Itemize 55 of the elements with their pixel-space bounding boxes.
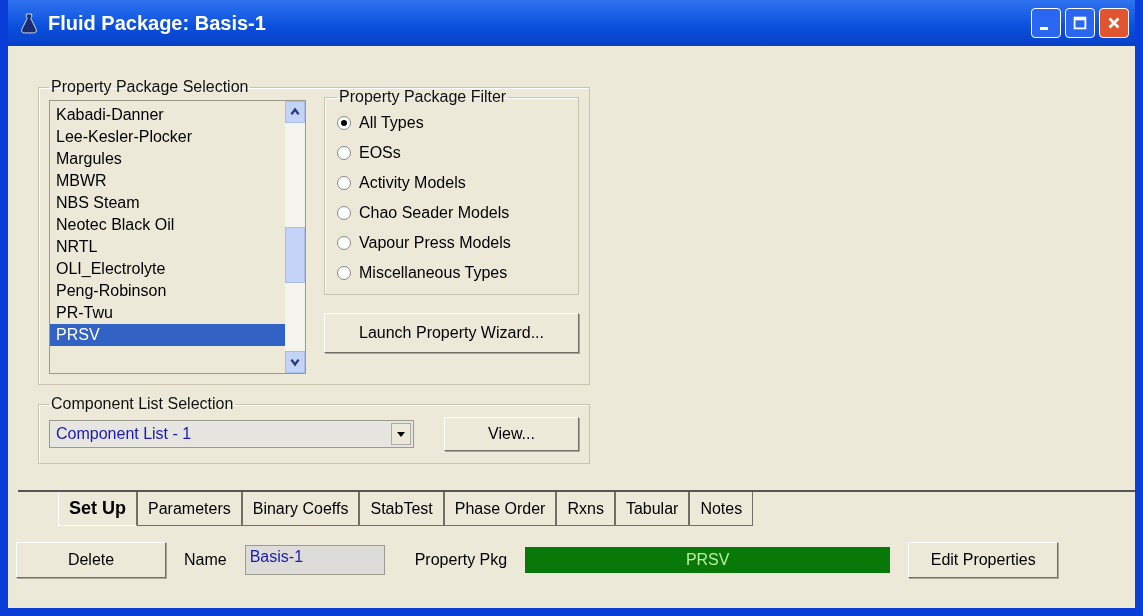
radio-label[interactable]: Vapour Press Models: [359, 234, 511, 252]
edit-properties-button[interactable]: Edit Properties: [908, 542, 1059, 578]
radio-label[interactable]: Activity Models: [359, 174, 466, 192]
group-title: Property Package Filter: [338, 88, 508, 106]
radio-button[interactable]: [337, 116, 351, 130]
radio-button[interactable]: [337, 206, 351, 220]
group-title: Property Package Selection: [50, 78, 250, 96]
close-button[interactable]: [1099, 8, 1129, 38]
scroll-up-icon[interactable]: [285, 101, 305, 123]
tab[interactable]: Notes: [689, 492, 754, 526]
tab[interactable]: Binary Coeffs: [241, 492, 360, 526]
radio-label[interactable]: All Types: [359, 114, 424, 132]
scroll-thumb[interactable]: [285, 227, 305, 283]
radio-button[interactable]: [337, 266, 351, 280]
tab[interactable]: Parameters: [137, 492, 242, 526]
tab[interactable]: Set Up: [58, 492, 137, 526]
package-item[interactable]: NBS Steam: [50, 192, 285, 214]
property-pkg-field: PRSV: [525, 547, 891, 573]
package-item[interactable]: Margules: [50, 148, 285, 170]
radio-label[interactable]: Miscellaneous Types: [359, 264, 508, 282]
radio-button[interactable]: [337, 236, 351, 250]
property-pkg-label: Property Pkg: [414, 551, 508, 569]
tab[interactable]: Tabular: [614, 492, 690, 526]
package-item[interactable]: Peng-Robinson: [50, 280, 285, 302]
package-item[interactable]: Neotec Black Oil: [50, 214, 285, 236]
package-item[interactable]: Kabadi-Danner: [50, 104, 285, 126]
scrollbar[interactable]: [285, 101, 305, 373]
maximize-button[interactable]: [1065, 8, 1095, 38]
radio-button[interactable]: [337, 176, 351, 190]
tab[interactable]: StabTest: [359, 492, 444, 526]
minimize-icon: [1040, 27, 1048, 30]
radio-button[interactable]: [337, 146, 351, 160]
minimize-button[interactable]: [1031, 8, 1061, 38]
group-title: Component List Selection: [50, 395, 235, 413]
radio-label[interactable]: Chao Seader Models: [359, 204, 510, 222]
maximize-icon: [1071, 14, 1089, 32]
package-item[interactable]: OLI_Electrolyte: [50, 258, 285, 280]
flask-icon: [20, 12, 38, 34]
package-list[interactable]: Kabadi-Danner Lee-Kesler-Plocker Margules MBWR NBS Steam Neotec Black Oil NRTL OLI_Electrolyte Peng-Robinson PR-Twu PRSV: [49, 100, 306, 374]
package-item[interactable]: MBWR: [50, 170, 285, 192]
name-label: Name: [184, 551, 227, 569]
radio-label[interactable]: EOSs: [359, 144, 401, 162]
tab[interactable]: Phase Order: [443, 492, 557, 526]
package-item[interactable]: PR-Twu: [50, 302, 285, 324]
name-field[interactable]: Basis-1: [244, 545, 385, 575]
scroll-down-icon[interactable]: [285, 351, 305, 373]
package-item[interactable]: PRSV: [50, 324, 285, 346]
package-item[interactable]: Lee-Kesler-Plocker: [50, 126, 285, 148]
window-title: Fluid Package: Basis-1: [48, 11, 267, 35]
package-item[interactable]: NRTL: [50, 236, 285, 258]
component-list-dropdown[interactable]: Component List - 1: [49, 420, 414, 448]
view-button[interactable]: View...: [444, 417, 579, 451]
tab[interactable]: Rxns: [556, 492, 615, 526]
launch-wizard-button[interactable]: Launch Property Wizard...: [324, 313, 579, 353]
delete-button[interactable]: Delete: [16, 542, 166, 578]
